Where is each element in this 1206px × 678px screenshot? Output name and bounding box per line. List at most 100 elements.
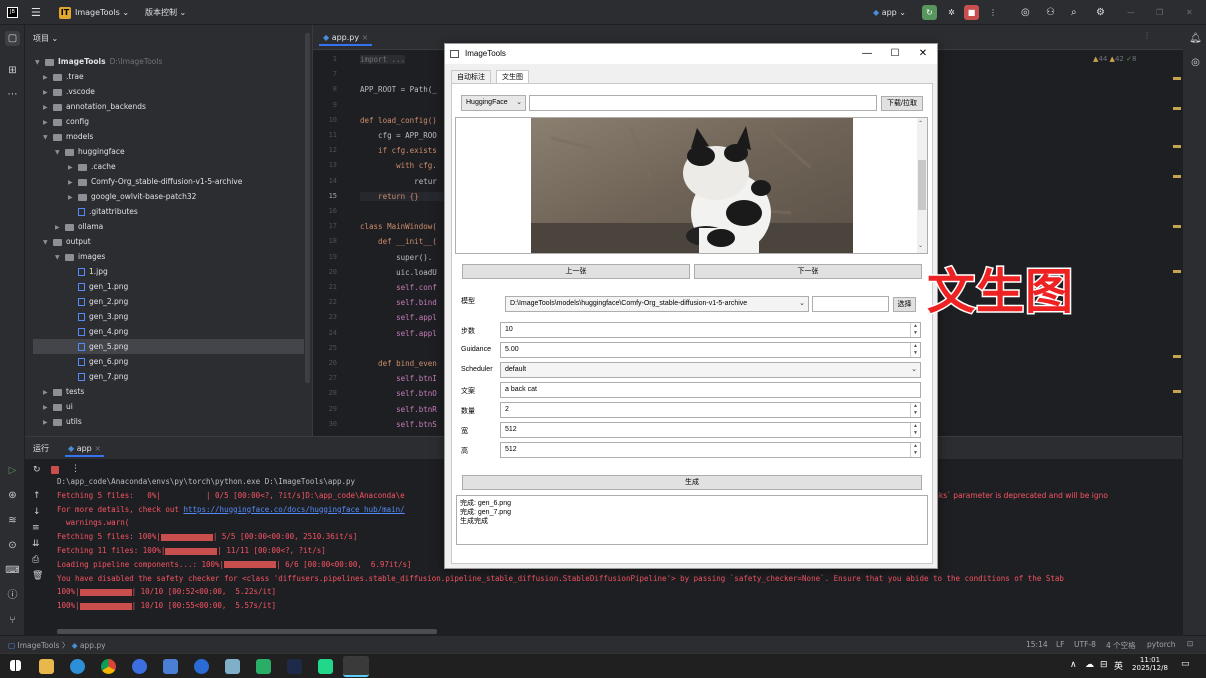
- tree-folder[interactable]: ▶ .vscode: [43, 84, 95, 99]
- imagetools-task-icon[interactable]: [343, 656, 369, 677]
- chevron-down-icon[interactable]: ▼: [43, 235, 53, 250]
- download-button[interactable]: 下载/拉取: [881, 96, 923, 111]
- prev-image-button[interactable]: 上一张: [462, 264, 690, 279]
- app-icon[interactable]: [163, 659, 178, 674]
- debug-icon[interactable]: ✲: [944, 5, 959, 20]
- code-line[interactable]: self.appl: [360, 313, 437, 322]
- code-line[interactable]: self.appl: [360, 329, 437, 338]
- chrome-icon[interactable]: [101, 659, 116, 674]
- window-close-button[interactable]: ✕: [909, 44, 937, 64]
- window-maximize-button[interactable]: ☐: [881, 44, 909, 64]
- layers-icon[interactable]: ≋: [5, 513, 20, 528]
- code-line[interactable]: retur: [360, 177, 437, 186]
- tray-cloud-icon[interactable]: ☁: [1085, 660, 1094, 670]
- breadcrumb-project[interactable]: ImageTools: [17, 641, 59, 650]
- project-panel-title[interactable]: 项目 ⌄: [33, 33, 58, 44]
- tree-folder[interactable]: ▼ images: [55, 249, 105, 264]
- line-separator[interactable]: LF: [1056, 640, 1065, 649]
- height-spinbox[interactable]: 512 ▲ ▼: [500, 442, 921, 458]
- chevron-down-icon[interactable]: ▼: [55, 250, 65, 265]
- inspection-widget[interactable]: ▲44 ▲42 ✓8: [1093, 55, 1136, 63]
- tree-folder[interactable]: ▶ ollama: [55, 219, 103, 234]
- notes-icon[interactable]: [225, 659, 240, 674]
- close-tab-icon[interactable]: ×: [362, 33, 369, 42]
- tree-scrollbar[interactable]: [305, 33, 310, 383]
- indent-setting[interactable]: 4 个空格: [1106, 640, 1136, 651]
- edge-icon[interactable]: [70, 659, 85, 674]
- network-icon[interactable]: ⊟: [1100, 660, 1108, 670]
- tree-folder[interactable]: ▶ Comfy-Org_stable-diffusion-v1-5-archive: [68, 174, 242, 189]
- problems-icon[interactable]: ⓘ: [5, 588, 20, 603]
- lock-icon[interactable]: ⊡: [1187, 639, 1193, 648]
- tree-root[interactable]: ▼ ImageTools D:\ImageTools: [35, 54, 162, 69]
- chevron-right-icon[interactable]: ▶: [43, 385, 53, 400]
- chevron-right-icon[interactable]: ▶: [43, 85, 53, 100]
- model-combo[interactable]: D:\ImageTools\models\huggingface\Comfy-O…: [505, 296, 809, 312]
- minimize-icon[interactable]: —: [1127, 5, 1135, 20]
- choose-model-button[interactable]: 选择: [893, 297, 916, 312]
- ime-indicator[interactable]: 英: [1114, 659, 1123, 672]
- model-path-input[interactable]: [812, 296, 889, 312]
- terminal-app-icon[interactable]: [287, 659, 302, 674]
- code-line[interactable]: cfg = APP_ROO: [360, 131, 437, 140]
- code-line[interactable]: self.btnS: [360, 420, 437, 429]
- python-packages-icon[interactable]: ⊛: [5, 488, 20, 503]
- ai-assistant-icon[interactable]: ◎: [1021, 5, 1030, 20]
- file-explorer-icon[interactable]: [39, 659, 54, 674]
- scheduler-combo[interactable]: default ⌄: [500, 362, 921, 378]
- settings-gear-icon[interactable]: ⚙: [1096, 5, 1105, 20]
- caret-position[interactable]: 15:14: [1026, 640, 1048, 649]
- print-icon[interactable]: ⎙: [32, 555, 39, 565]
- scroll-up-icon[interactable]: ↑: [33, 491, 41, 501]
- source-combo[interactable]: HuggingFace ⌄: [461, 95, 526, 111]
- run-config-selector[interactable]: ◆ app ⌄: [873, 5, 906, 20]
- chevron-right-icon[interactable]: ▶: [68, 175, 78, 190]
- tree-folder[interactable]: ▼ huggingface: [55, 144, 125, 159]
- code-line[interactable]: uic.loadU: [360, 268, 437, 277]
- notification-center-icon[interactable]: ▭: [1181, 659, 1190, 669]
- chevron-right-icon[interactable]: ▶: [43, 70, 53, 85]
- scroll-down-icon[interactable]: ↓: [33, 507, 41, 517]
- stop-icon[interactable]: ■: [964, 5, 979, 20]
- breadcrumb-file[interactable]: app.py: [80, 641, 106, 650]
- clock[interactable]: 11:01 2025/12/8: [1130, 656, 1170, 672]
- tree-file[interactable]: gen_4.png: [68, 324, 128, 339]
- tree-file[interactable]: gen_3.png: [68, 309, 128, 324]
- main-menu-icon[interactable]: ☰: [31, 5, 41, 20]
- count-spinbox[interactable]: 2 ▲ ▼: [500, 402, 921, 418]
- search-icon[interactable]: ⌕: [1071, 5, 1077, 20]
- close-icon[interactable]: ✕: [1186, 5, 1193, 20]
- tree-folder[interactable]: ▶ .cache: [68, 159, 116, 174]
- structure-icon[interactable]: ⊞: [5, 63, 20, 78]
- tree-file[interactable]: .gitattributes: [68, 204, 138, 219]
- code-line[interactable]: with cfg.: [360, 161, 437, 170]
- chevron-right-icon[interactable]: ▶: [55, 220, 65, 235]
- tree-folder[interactable]: ▼ models: [43, 129, 93, 144]
- windows-start-icon[interactable]: [10, 660, 21, 671]
- code-line[interactable]: self.btnR: [360, 405, 437, 414]
- width-spinbox[interactable]: 512 ▲ ▼: [500, 422, 921, 438]
- next-image-button[interactable]: 下一张: [694, 264, 922, 279]
- restore-icon[interactable]: ❐: [1156, 5, 1163, 20]
- code-line[interactable]: def load_config(): [360, 116, 437, 125]
- code-line[interactable]: APP_ROOT = Path(_: [360, 85, 437, 94]
- terminal-icon[interactable]: ⌨: [5, 563, 20, 578]
- editor-tab-menu-icon[interactable]: ⋮: [1143, 31, 1151, 40]
- browser-icon[interactable]: [132, 659, 147, 674]
- pycharm-icon[interactable]: [318, 659, 333, 674]
- rerun-icon[interactable]: ↻: [33, 465, 41, 475]
- code-line[interactable]: if cfg.exists: [360, 146, 437, 155]
- tree-folder[interactable]: ▶ google_owlvit-base-patch32: [68, 189, 196, 204]
- chevron-right-icon[interactable]: ▶: [68, 190, 78, 205]
- soft-wrap-icon[interactable]: ≡: [32, 523, 40, 533]
- services-icon[interactable]: ⊙: [5, 538, 20, 553]
- tree-folder[interactable]: ▶ config: [43, 114, 89, 129]
- tab-app-py[interactable]: ◆ app.py ×: [319, 30, 373, 46]
- window-title-bar[interactable]: ImageTools — ☐ ✕: [445, 44, 937, 64]
- prompt-input[interactable]: a back cat: [500, 382, 921, 398]
- code-line[interactable]: self.bind: [360, 298, 437, 307]
- project-switcher[interactable]: IT ImageTools ⌄: [59, 5, 129, 20]
- url-input[interactable]: [529, 95, 877, 111]
- code-line[interactable]: def bind_even: [360, 359, 437, 368]
- rerun-icon[interactable]: ↻: [922, 5, 937, 20]
